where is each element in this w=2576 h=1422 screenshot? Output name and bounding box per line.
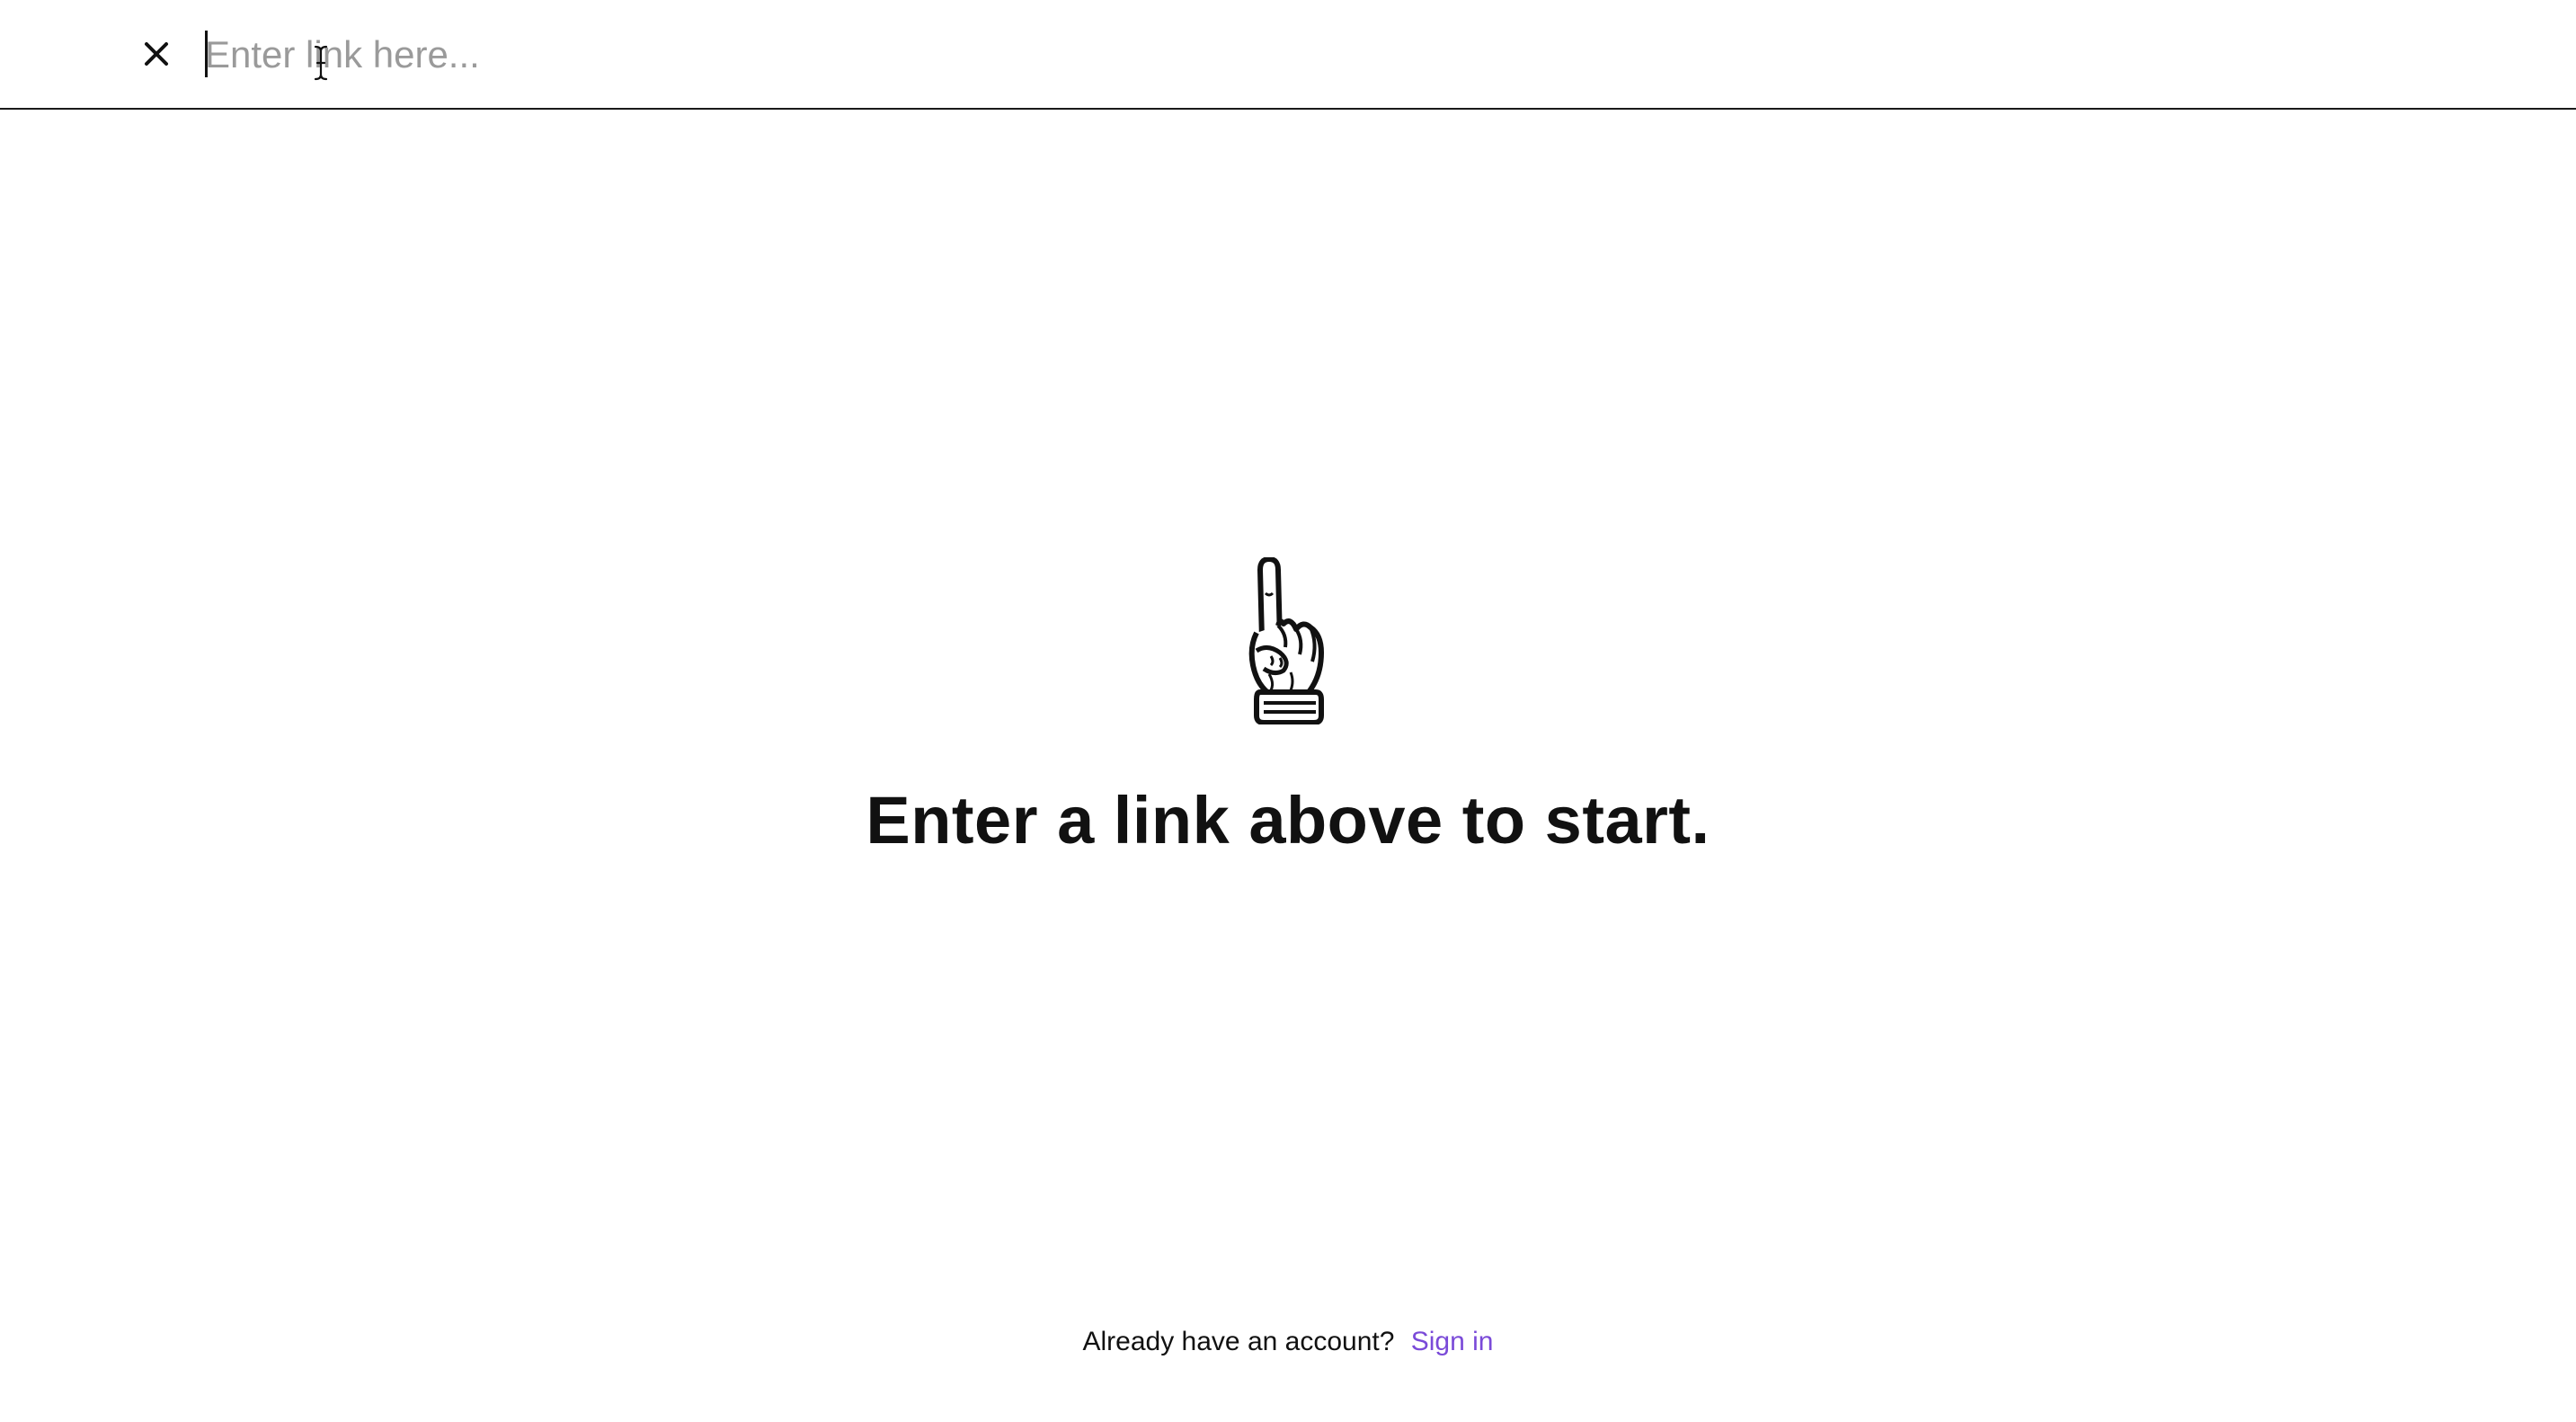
empty-state-headline: Enter a link above to start. [866,783,1710,858]
link-input[interactable] [205,25,2362,84]
account-prompt: Already have an account? [1082,1327,1395,1356]
text-caret [205,31,208,77]
signin-footer: Already have an account? Sign in [0,1327,2576,1357]
pointing-hand-icon [1248,557,1324,724]
close-button[interactable] [135,32,178,76]
sign-in-link[interactable]: Sign in [1411,1327,1494,1356]
close-icon [145,42,168,66]
top-bar [0,0,2576,110]
ibeam-cursor-icon [314,45,328,81]
